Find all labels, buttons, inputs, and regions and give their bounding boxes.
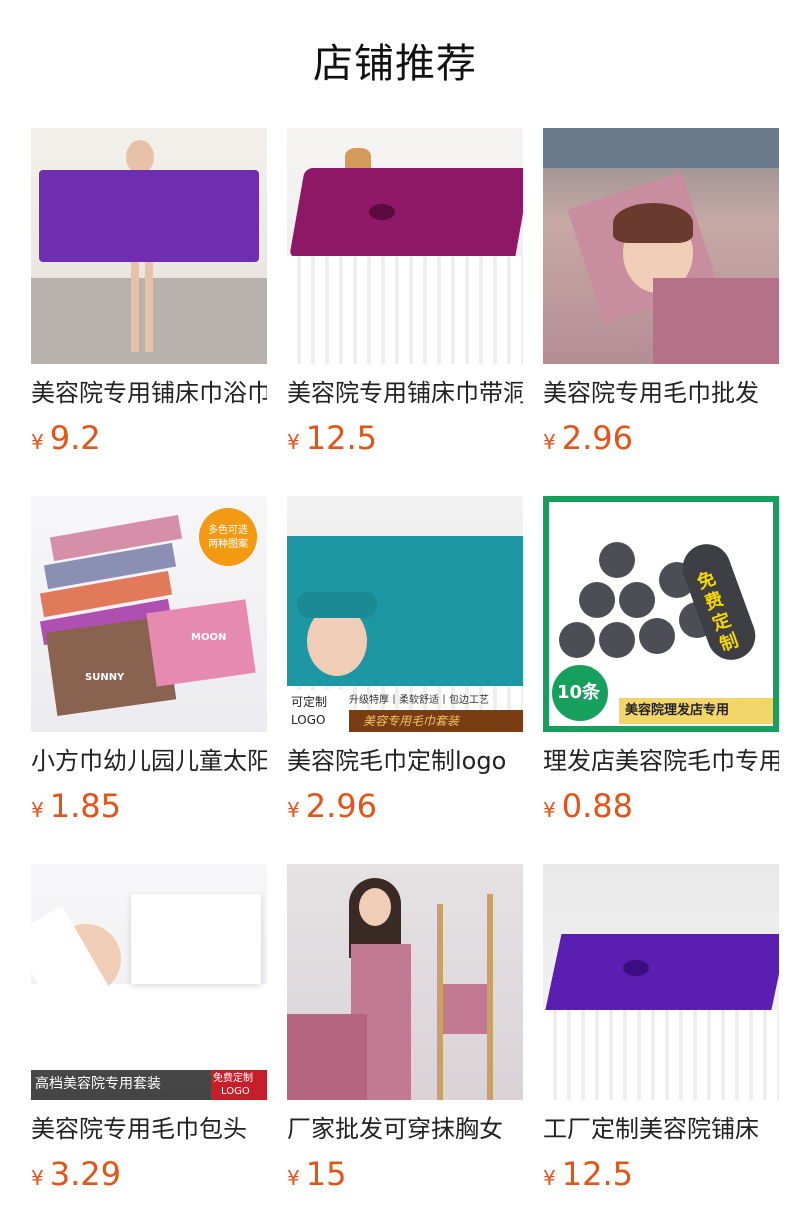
- sunny-embroidery: SUNNY: [85, 672, 125, 683]
- teal-towel-set-photo[interactable]: 可定制 LOGO 升级特厚丨柔软舒适丨包边工艺 美容专用毛巾套装: [287, 496, 523, 732]
- product-card[interactable]: 免费定制 10条 美容院理发店专用 理发店美容院毛巾专用 ¥0.88: [543, 496, 779, 830]
- small-towels-photo[interactable]: 多色可选 两种图案 SUNNY MOON: [31, 496, 267, 732]
- moon-embroidery: MOON: [191, 632, 227, 643]
- badge-line-1: 多色可选: [208, 525, 248, 536]
- rolled-towels-photo[interactable]: 免费定制 10条 美容院理发店专用: [543, 496, 779, 732]
- product-name[interactable]: 工厂定制美容院铺床: [543, 1114, 779, 1144]
- currency-symbol: ¥: [287, 430, 300, 454]
- product-price: ¥12.5: [543, 1156, 779, 1198]
- product-name[interactable]: 美容院专用毛巾包头: [31, 1114, 267, 1144]
- banner-text: 美容专用毛巾套装: [363, 714, 460, 728]
- currency-symbol: ¥: [543, 430, 556, 454]
- banner-text: 高档美容院专用套装: [35, 1076, 161, 1092]
- product-name[interactable]: 理发店美容院毛巾专用: [543, 746, 779, 776]
- pink-bath-wrap-photo[interactable]: [287, 864, 523, 1100]
- massage-towel-photo[interactable]: [543, 128, 779, 364]
- product-card[interactable]: 可定制 LOGO 升级特厚丨柔软舒适丨包边工艺 美容专用毛巾套装 美容院毛巾定制…: [287, 496, 523, 830]
- color-option-badge: 多色可选 两种图案: [199, 508, 257, 566]
- price-value: 1.85: [49, 787, 121, 825]
- price-value: 2.96: [305, 787, 377, 825]
- price-value: 12.5: [305, 419, 377, 457]
- product-card[interactable]: 美容院专用铺床巾浴巾 ¥9.2: [31, 128, 267, 462]
- feature-text: 升级特厚丨柔软舒适丨包边工艺: [349, 695, 489, 706]
- magenta-bed-cover-photo[interactable]: [287, 128, 523, 364]
- currency-symbol: ¥: [31, 1166, 44, 1190]
- product-card[interactable]: 多色可选 两种图案 SUNNY MOON 小方巾幼儿园儿童太阳 ¥1.85: [31, 496, 267, 830]
- price-value: 15: [305, 1155, 347, 1193]
- product-name[interactable]: 厂家批发可穿抹胸女: [287, 1114, 523, 1144]
- product-price: ¥12.5: [287, 420, 523, 462]
- product-card[interactable]: 高档美容院专用套装 免费定制 LOGO 美容院专用毛巾包头 ¥3.29: [31, 864, 267, 1198]
- price-value: 9.2: [49, 419, 101, 457]
- currency-symbol: ¥: [543, 798, 556, 822]
- product-card[interactable]: 美容院专用铺床巾带洞 ¥12.5: [287, 128, 523, 462]
- product-name[interactable]: 美容院专用毛巾批发: [543, 378, 779, 408]
- page-title: 店铺推荐: [313, 41, 477, 87]
- product-price: ¥2.96: [543, 420, 779, 462]
- product-card[interactable]: 美容院专用毛巾批发 ¥2.96: [543, 128, 779, 462]
- price-value: 12.5: [561, 1155, 633, 1193]
- currency-symbol: ¥: [31, 798, 44, 822]
- purple-towel-photo[interactable]: [31, 128, 267, 364]
- white-towel-set-photo[interactable]: 高档美容院专用套装 免费定制 LOGO: [31, 864, 267, 1100]
- product-price: ¥9.2: [31, 420, 267, 462]
- custom-label: 可定制: [291, 695, 328, 709]
- badge-line-2: 两种图案: [208, 539, 248, 550]
- currency-symbol: ¥: [543, 1166, 556, 1190]
- currency-symbol: ¥: [287, 1166, 300, 1190]
- product-card[interactable]: 厂家批发可穿抹胸女 ¥15: [287, 864, 523, 1198]
- price-value: 2.96: [561, 419, 633, 457]
- product-price: ¥1.85: [31, 788, 267, 830]
- currency-symbol: ¥: [31, 430, 44, 454]
- product-price: ¥3.29: [31, 1156, 267, 1198]
- product-name[interactable]: 美容院专用铺床巾浴巾: [31, 378, 267, 408]
- product-price: ¥2.96: [287, 788, 523, 830]
- currency-symbol: ¥: [287, 798, 300, 822]
- price-value: 0.88: [561, 787, 633, 825]
- product-price: ¥15: [287, 1156, 523, 1198]
- product-name[interactable]: 小方巾幼儿园儿童太阳: [31, 746, 267, 776]
- product-name[interactable]: 美容院毛巾定制logo: [287, 746, 523, 776]
- logo-label: LOGO: [291, 713, 326, 727]
- count-badge: 10条: [557, 682, 601, 703]
- free-custom-label: 免费定制: [213, 1073, 253, 1084]
- product-card[interactable]: 工厂定制美容院铺床 ¥12.5: [543, 864, 779, 1198]
- product-name[interactable]: 美容院专用铺床巾带洞: [287, 378, 523, 408]
- usage-label: 美容院理发店专用: [625, 703, 730, 718]
- price-value: 3.29: [49, 1155, 121, 1193]
- product-price: ¥0.88: [543, 788, 779, 830]
- logo-label: LOGO: [221, 1086, 250, 1097]
- purple-bed-cover-photo[interactable]: [543, 864, 779, 1100]
